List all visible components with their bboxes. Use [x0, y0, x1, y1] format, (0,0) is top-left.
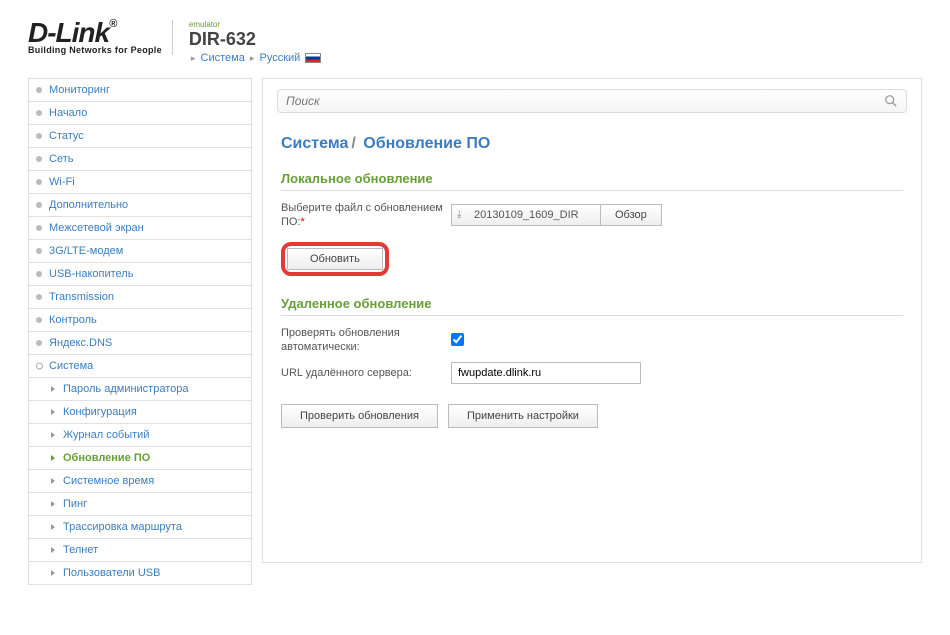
sidebar-item-modem[interactable]: 3G/LTE-модем: [29, 240, 251, 263]
sidebar-item-transmission[interactable]: Transmission: [29, 286, 251, 309]
sidebar-item-control[interactable]: Контроль: [29, 309, 251, 332]
emulator-label: emulator: [189, 20, 321, 29]
sidebar-item-configuration[interactable]: Конфигурация: [29, 401, 251, 424]
check-updates-button[interactable]: Проверить обновления: [281, 404, 438, 428]
logo-main: D-Link®: [28, 20, 162, 45]
search-icon[interactable]: [884, 94, 898, 108]
sidebar-item-network[interactable]: Сеть: [29, 148, 251, 171]
model-name: DIR-632: [189, 29, 321, 50]
sidebar-item-event-log[interactable]: Журнал событий: [29, 424, 251, 447]
search-box: [277, 89, 907, 113]
sidebar-item-ping[interactable]: Пинг: [29, 493, 251, 516]
sidebar-item-admin-password[interactable]: Пароль администратора: [29, 378, 251, 401]
highlight-marker: Обновить: [281, 242, 389, 276]
sidebar-item-status[interactable]: Статус: [29, 125, 251, 148]
flag-ru-icon[interactable]: [305, 53, 321, 63]
sidebar: Мониторинг Начало Статус Сеть Wi-Fi Допо…: [28, 78, 252, 585]
remote-url-input[interactable]: [451, 362, 641, 384]
logo-block: D-Link® Building Networks for People: [28, 20, 173, 55]
sidebar-item-monitoring[interactable]: Мониторинг: [29, 79, 251, 102]
sidebar-item-system-time[interactable]: Системное время: [29, 470, 251, 493]
sidebar-item-traceroute[interactable]: Трассировка маршрута: [29, 516, 251, 539]
sidebar-item-wifi[interactable]: Wi-Fi: [29, 171, 251, 194]
remote-update-title: Удаленное обновление: [281, 296, 903, 316]
auto-check-label: Проверять обновления автоматически:: [281, 326, 451, 355]
sidebar-item-start[interactable]: Начало: [29, 102, 251, 125]
search-input[interactable]: [286, 94, 884, 108]
apply-settings-button[interactable]: Применить настройки: [448, 404, 598, 428]
sidebar-item-telnet[interactable]: Телнет: [29, 539, 251, 562]
logo-tagline: Building Networks for People: [28, 45, 162, 55]
update-button[interactable]: Обновить: [287, 248, 383, 270]
content-panel: Система/ Обновление ПО Локальное обновле…: [262, 78, 922, 563]
local-update-title: Локальное обновление: [281, 171, 903, 191]
auto-check-checkbox[interactable]: [451, 333, 464, 346]
remote-url-label: URL удалённого сервера:: [281, 366, 451, 380]
sidebar-item-system[interactable]: Система: [29, 355, 251, 378]
browse-button[interactable]: Обзор: [600, 204, 662, 226]
remote-update-section: Удаленное обновление Проверять обновлени…: [281, 296, 903, 385]
sidebar-item-yandex[interactable]: Яндекс.DNS: [29, 332, 251, 355]
breadcrumb-system[interactable]: Система: [201, 52, 245, 64]
chevron-icon: ▸: [191, 53, 196, 63]
local-update-section: Локальное обновление Выберите файл с обн…: [281, 171, 903, 276]
sidebar-item-usb[interactable]: USB-накопитель: [29, 263, 251, 286]
page-title: Система/ Обновление ПО: [281, 135, 903, 153]
header: D-Link® Building Networks for People emu…: [28, 20, 922, 64]
file-name-display: 20130109_1609_DIR: [451, 204, 601, 226]
action-row: Проверить обновления Применить настройки: [281, 404, 903, 428]
breadcrumb-language[interactable]: Русский: [259, 52, 300, 64]
model-block: emulator DIR-632 ▸ Система ▸ Русский: [185, 20, 321, 64]
sidebar-item-firewall[interactable]: Межсетевой экран: [29, 217, 251, 240]
sidebar-item-additional[interactable]: Дополнительно: [29, 194, 251, 217]
sidebar-item-usb-users[interactable]: Пользователи USB: [29, 562, 251, 585]
chevron-icon: ▸: [250, 53, 255, 63]
sidebar-item-firmware-update[interactable]: Обновление ПО: [29, 447, 251, 470]
file-select-label: Выберите файл с обновлением ПО:*: [281, 201, 451, 230]
top-breadcrumbs: ▸ Система ▸ Русский: [189, 52, 321, 64]
